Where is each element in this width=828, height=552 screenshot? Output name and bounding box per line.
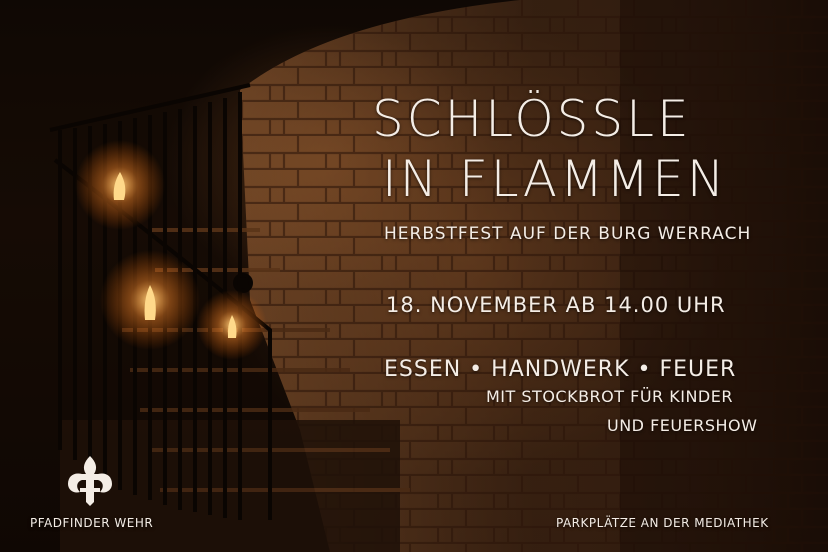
night-stone-wall-scene — [0, 0, 828, 552]
event-extra-line1: mit Stockbrot für Kinder — [486, 387, 733, 406]
organizer-name: Pfadfinder Wehr — [30, 516, 154, 530]
event-activities: Essen • Handwerk • Feuer — [384, 357, 737, 382]
parking-info: Parkplätze an der Mediathek — [556, 516, 769, 530]
poster-title-line1: Schlössle — [372, 90, 692, 148]
scout-lily-logo — [68, 456, 112, 506]
poster-subtitle: Herbstfest auf der Burg Werrach — [384, 224, 752, 244]
event-date: 18. November ab 14.00 Uhr — [386, 293, 726, 317]
event-extra-line2: und Feuershow — [607, 416, 758, 435]
event-poster: Schlössle in Flammen Herbstfest auf der … — [0, 0, 828, 552]
poster-title-line2: in Flammen — [382, 150, 728, 208]
